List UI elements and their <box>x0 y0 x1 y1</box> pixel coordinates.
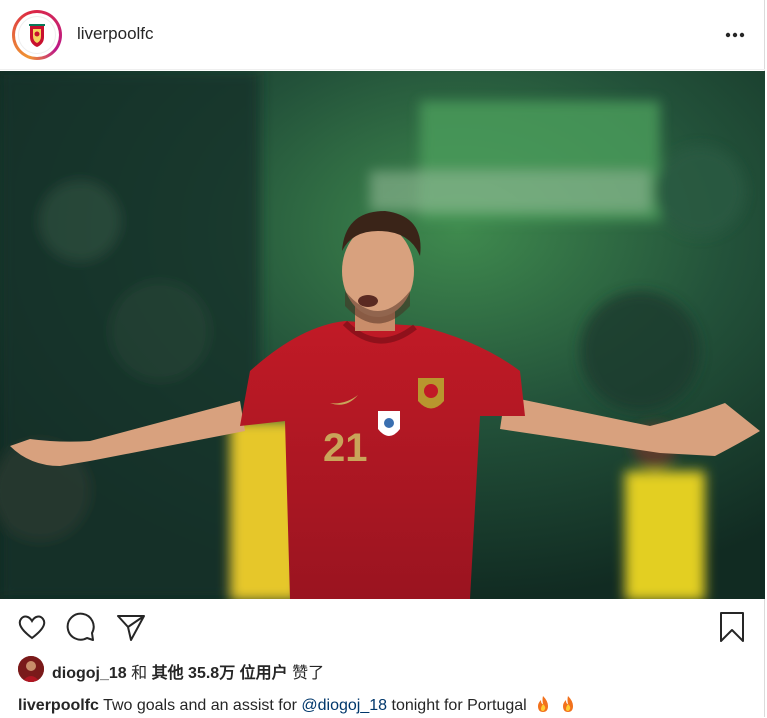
avatar[interactable] <box>15 13 59 57</box>
caption-text-after: tonight for Portugal <box>391 697 527 714</box>
username[interactable]: liverpoolfc <box>77 24 154 44</box>
bookmark-icon[interactable] <box>715 610 749 644</box>
likes-liked: 赞了 <box>292 665 325 682</box>
likes-and: 和 <box>131 665 148 682</box>
post-photo[interactable]: 21 <box>0 71 765 599</box>
post-header: liverpoolfc <box>0 0 765 70</box>
likes-others[interactable]: 其他 35.8万 位用户 <box>152 665 288 682</box>
caption-username[interactable]: liverpoolfc <box>18 697 99 714</box>
heart-icon[interactable] <box>15 610 49 644</box>
post-actions <box>0 600 765 652</box>
jersey-number: 21 <box>323 426 368 470</box>
liverpool-crest-icon <box>18 16 56 54</box>
fire-icon <box>535 695 551 713</box>
liker-username[interactable]: diogoj_18 <box>52 665 127 682</box>
caption-mention[interactable]: @diogoj_18 <box>301 697 387 714</box>
liker-avatar[interactable] <box>18 656 44 682</box>
instagram-post: liverpoolfc 21 diogoj_18 和 其他 35.8万 位用户 … <box>0 0 765 717</box>
story-ring[interactable] <box>12 10 62 60</box>
caption: liverpoolfc Two goals and an assist for … <box>18 695 576 715</box>
comment-icon[interactable] <box>64 610 98 644</box>
fire-icon <box>560 695 576 713</box>
caption-text-before: Two goals and an assist for <box>103 697 297 714</box>
paper-plane-icon[interactable] <box>114 610 148 644</box>
more-options-icon[interactable] <box>722 22 748 46</box>
